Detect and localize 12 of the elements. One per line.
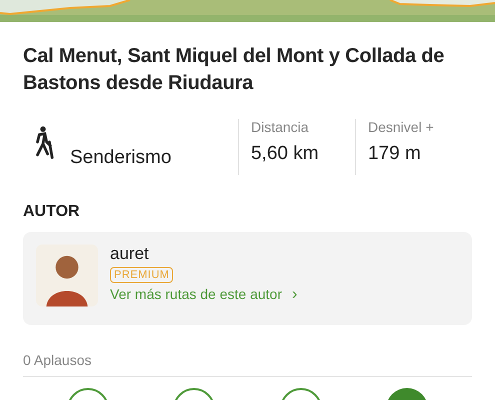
avatar-icon [36, 244, 98, 307]
applause-count: 0 Aplausos [23, 352, 92, 368]
author-name: auret [110, 244, 149, 264]
activity-label: Senderismo [70, 147, 172, 169]
author-routes-link[interactable]: Ver más rutas de este autor › [110, 286, 298, 304]
route-title: Cal Menut, Sant Miquel del Mont y Collada de Bastons desde Riudaura [23, 44, 446, 96]
stat-label: Desnivel + [368, 119, 435, 135]
section-heading: AUTOR [23, 203, 81, 221]
stat-label: Distancia [250, 119, 310, 135]
premium-badge: PREMIUM [110, 267, 174, 283]
stat-value: 179 m [368, 143, 422, 165]
stat-value: 5,60 km [250, 143, 320, 165]
